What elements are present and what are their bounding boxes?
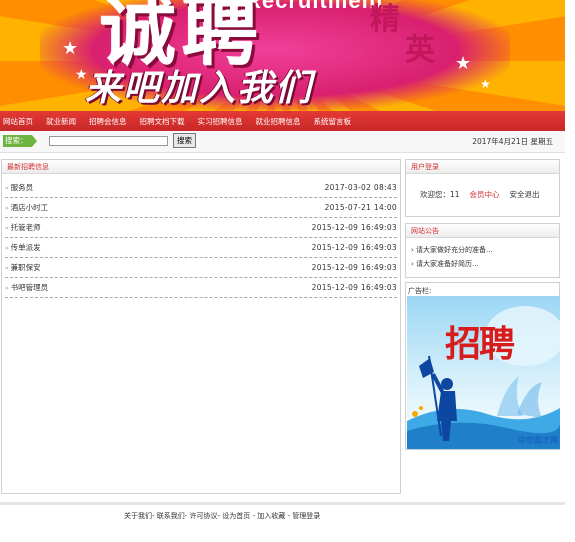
job-time: 2015-12-09 16:49:03 [311,283,397,292]
job-title[interactable]: 传单派发 [11,243,41,252]
search-button[interactable]: 搜索 [173,133,196,148]
user-login-panel: 用户登录 欢迎您：11 会员中心 安全退出 [405,159,560,217]
footer-link-bookmark[interactable]: 加入收藏 [257,512,285,520]
job-title[interactable]: 书吧管理员 [11,283,49,292]
job-time: 2015-12-09 16:49:03 [311,263,397,272]
ad-banner-image[interactable]: 招聘 中华英才网 [407,296,560,449]
job-title[interactable]: 兼职保安 [11,263,41,272]
ad-title: 广告栏: [408,287,432,295]
double-arrow-icon: » [5,205,9,212]
nav-item-docs[interactable]: 招聘文档下载 [140,116,185,127]
latest-jobs-title: 最新招聘信息 [2,160,400,174]
job-row[interactable]: » 酒店小时工 2015-07-21 14:00 [5,198,397,218]
banner-english-text: Recruitment [245,0,385,13]
double-arrow-icon: » [5,185,9,192]
star-icon: ★ [455,53,472,74]
star-icon: ★ [62,38,79,59]
double-arrow-icon: » [5,245,9,252]
job-time: 2015-12-09 16:49:03 [311,223,397,232]
user-status: 欢迎您：11 会员中心 安全退出 [406,174,559,200]
ad-headline: 招聘 [445,323,515,365]
job-row[interactable]: » 服务员 2017-03-02 08:43 [5,178,397,198]
search-label: 搜索： [3,135,37,147]
site-notice-title: 网站公告 [406,224,559,238]
site-notice-panel: 网站公告 › 请大家做好充分的准备... › 请大家准备好简历... [405,223,560,278]
latest-jobs-panel: 最新招聘信息 » 服务员 2017-03-02 08:43 » 酒店小时工 2015… [1,159,401,494]
job-row[interactable]: » 传单派发 2015-12-09 16:49:03 [5,238,397,258]
nav-item-job-fair[interactable]: 招聘会信息 [89,116,127,127]
job-list: » 服务员 2017-03-02 08:43 » 酒店小时工 2015-07-21 … [2,174,400,298]
footer-link-contact[interactable]: 联系我们 [157,512,185,520]
banner-main-title: 诚聘 [100,0,264,76]
job-time: 2017-03-02 08:43 [324,183,397,192]
footer-link-license[interactable]: 许可协议 [190,512,218,520]
header-banner: ★ ★ ★ ★ Recruitment 诚聘 精 英 来吧加入我们 [0,0,565,111]
search-bar: 搜索： 搜索 2017年4月21日 星期五 [0,131,565,153]
ad-panel: 广告栏: 招聘 中华英才网 [405,282,560,450]
footer-link-about[interactable]: 关于我们 [124,512,152,520]
nav-item-news[interactable]: 就业新闻 [46,116,76,127]
nav-item-home[interactable]: 网站首页 [3,116,33,127]
job-row[interactable]: » 托管老师 2015-12-09 16:49:03 [5,218,397,238]
notice-list: › 请大家做好充分的准备... › 请大家准备好简历... [406,238,559,271]
member-center-link[interactable]: 会员中心 [470,189,500,200]
banner-side-word-1: 精 [370,2,400,37]
star-icon: ★ [480,77,491,91]
banner-slogan: 来吧加入我们 [85,67,314,109]
notice-item[interactable]: › 请大家准备好简历... [411,257,559,271]
welcome-text: 欢迎您：11 [420,190,460,199]
search-input[interactable] [49,136,168,146]
job-title[interactable]: 托管老师 [11,223,41,232]
footer-divider [0,502,565,505]
nav-item-guestbook[interactable]: 系统留言板 [314,116,352,127]
job-time: 2015-12-09 16:49:03 [311,243,397,252]
job-row[interactable]: » 书吧管理员 2015-12-09 16:49:03 [5,278,397,298]
job-time: 2015-07-21 14:00 [324,203,397,212]
notice-item[interactable]: › 请大家做好充分的准备... [411,243,559,257]
nav-item-internship[interactable]: 实习招聘信息 [198,116,243,127]
double-arrow-icon: » [5,265,9,272]
logout-link[interactable]: 安全退出 [510,189,540,200]
footer-links: 关于我们- 联系我们- 许可协议- 设为首页 - 加入收藏 - 管理登录 [124,511,320,521]
job-title[interactable]: 服务员 [11,183,34,192]
footer-link-set-homepage[interactable]: 设为首页 [222,512,250,520]
user-login-title: 用户登录 [406,160,559,174]
double-arrow-icon: » [5,225,9,232]
recruitment-ad-graphic [407,306,560,449]
double-arrow-icon: » [5,285,9,292]
nav-item-employment[interactable]: 就业招聘信息 [256,116,301,127]
footer-link-admin-login[interactable]: 管理登录 [292,512,320,520]
job-row[interactable]: » 兼职保安 2015-12-09 16:49:03 [5,258,397,278]
main-nav: 网站首页 就业新闻 招聘会信息 招聘文档下载 实习招聘信息 就业招聘信息 系统留… [0,111,565,131]
notice-text[interactable]: 请大家做好充分的准备... [416,246,493,254]
current-date: 2017年4月21日 星期五 [472,137,553,146]
notice-text[interactable]: 请大家准备好简历... [416,260,479,268]
banner-side-word-2: 英 [405,33,435,68]
job-title[interactable]: 酒店小时工 [11,203,49,212]
ad-logo: 中华英才网 [518,436,558,445]
